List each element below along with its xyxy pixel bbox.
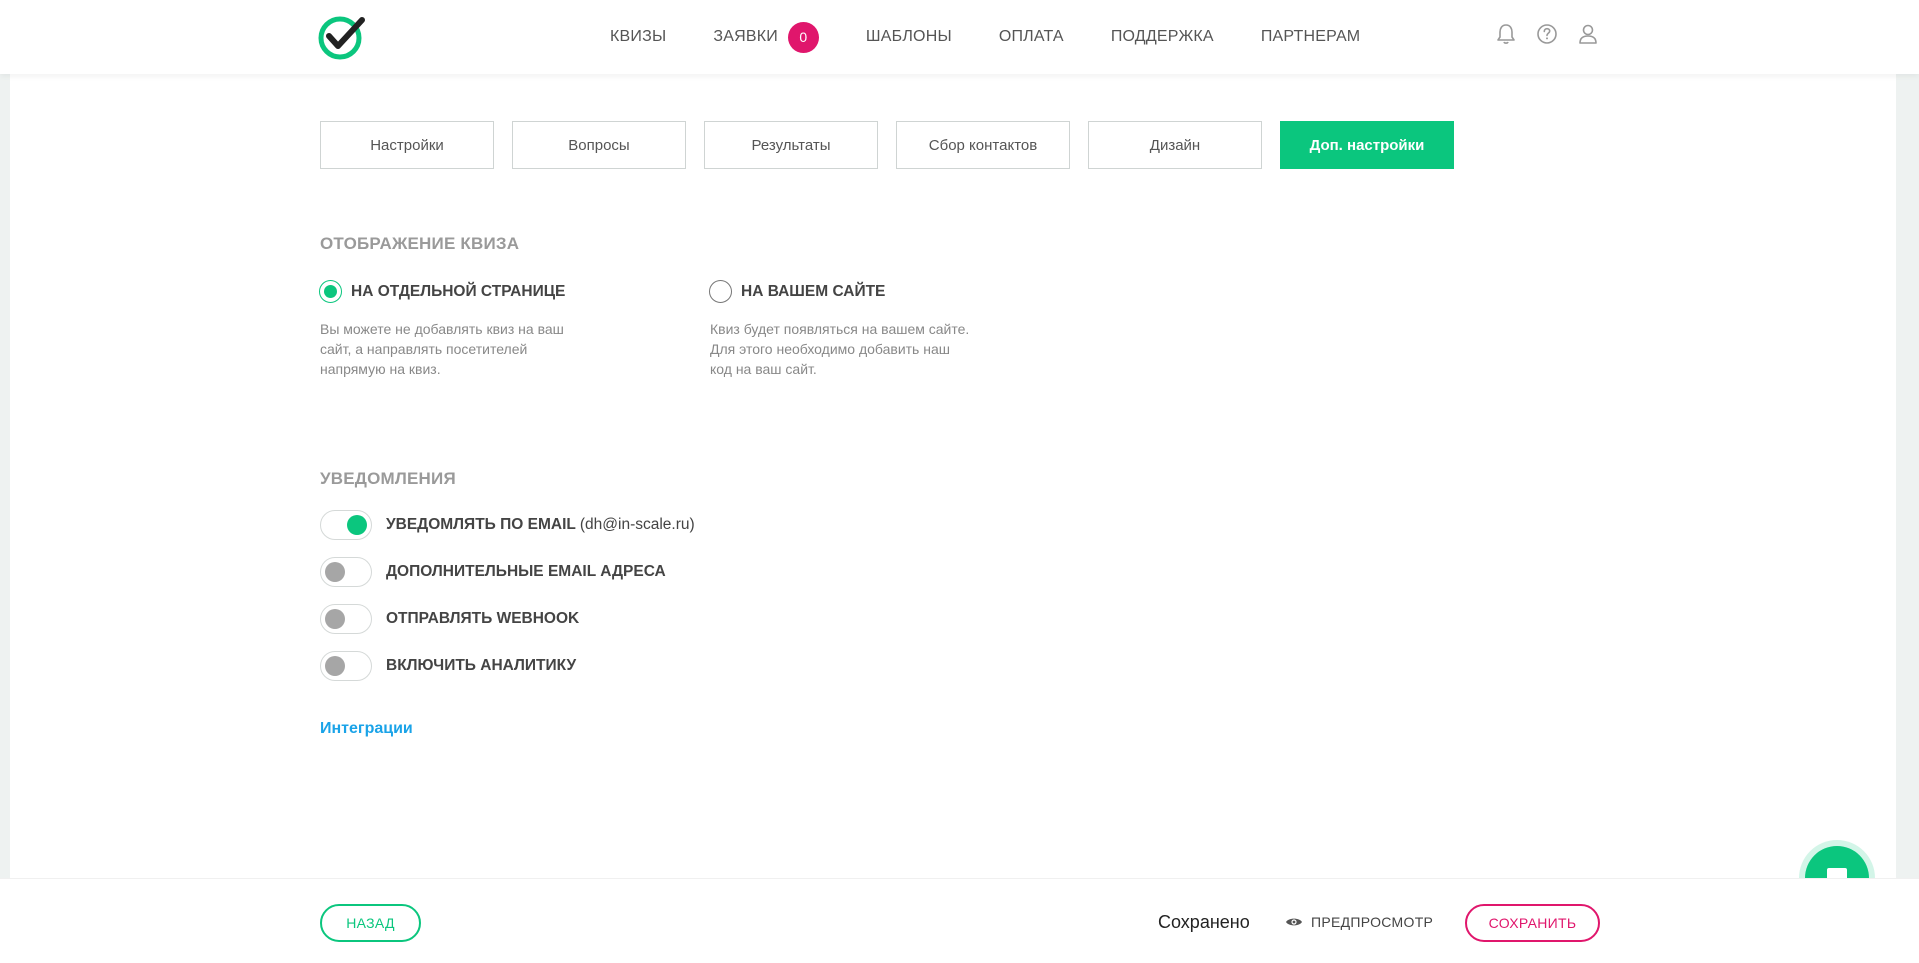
radio-description-your-site: Квиз будет появляться на вашем сайте. Дл… [710, 319, 980, 379]
toggle-label: ДОПОЛНИТЕЛЬНЫЕ EMAIL АДРЕСА [386, 563, 666, 580]
tab-extra-settings[interactable]: Доп. настройки [1280, 121, 1454, 169]
save-status-text: Сохранено [1158, 912, 1250, 932]
nav-item-label: ПАРТНЕРАМ [1260, 28, 1361, 45]
desc-line: напрямую на квиз. [320, 361, 441, 377]
nav-item-partners[interactable]: ПАРТНЕРАМ [1261, 28, 1361, 46]
nav-item-label: КВИЗЫ [610, 28, 667, 45]
bell-icon[interactable] [1495, 22, 1517, 46]
nav-icons [1495, 22, 1599, 46]
analytics-toggle[interactable] [320, 651, 372, 681]
toggle-label: ВКЛЮЧИТЬ АНАЛИТИКУ [386, 657, 577, 674]
back-button[interactable]: НАЗАД [320, 904, 421, 942]
radio-option-separate-page[interactable]: НА ОТДЕЛЬНОЙ СТРАНИЦЕ [319, 280, 565, 303]
content-panel [10, 74, 1896, 878]
desc-line: Для этого необходимо добавить наш [710, 341, 950, 357]
desc-line: Вы можете не добавлять квиз на ваш [320, 321, 564, 337]
nav-item-label: ПОДДЕРЖКА [1110, 28, 1214, 45]
toggle-label-text: УВЕДОМЛЯТЬ ПО EMAIL [386, 516, 576, 533]
tab-design[interactable]: Дизайн [1088, 121, 1262, 169]
nav-item-label: ЗАЯВКИ [713, 28, 778, 45]
save-button[interactable]: СОХРАНИТЬ [1465, 904, 1600, 942]
desc-line: Квиз будет появляться на вашем сайте. [710, 321, 970, 337]
nav-item-payment[interactable]: ОПЛАТА [999, 28, 1064, 46]
preview-label: ПРЕДПРОСМОТР [1311, 914, 1434, 930]
nav-item-label: ОПЛАТА [998, 28, 1064, 45]
notify-email-address: (dh@in-scale.ru) [579, 516, 695, 533]
webhook-toggle[interactable] [320, 604, 372, 634]
tab-results[interactable]: Результаты [704, 121, 878, 169]
toggle-label: УВЕДОМЛЯТЬ ПО EMAIL (dh@in-scale.ru) [386, 516, 695, 534]
top-navbar: КВИЗЫ ЗАЯВКИ 0 ШАБЛОНЫ ОПЛАТА ПОДДЕРЖКА … [0, 0, 1919, 74]
eye-icon [1286, 918, 1302, 926]
radio-option-your-site[interactable]: НА ВАШЕМ САЙТЕ [709, 280, 885, 303]
nav-item-templates[interactable]: ШАБЛОНЫ [866, 28, 952, 46]
radio-label: НА ОТДЕЛЬНОЙ СТРАНИЦЕ [351, 282, 566, 300]
toggle-row-webhook: ОТПРАВЛЯТЬ WEBHOOK [320, 604, 579, 634]
radio-your-site[interactable] [709, 280, 732, 303]
nav-item-label: ШАБЛОНЫ [865, 28, 952, 45]
toggle-row-email: УВЕДОМЛЯТЬ ПО EMAIL (dh@in-scale.ru) [320, 510, 695, 540]
radio-label: НА ВАШЕМ САЙТЕ [741, 282, 886, 300]
radio-description-separate-page: Вы можете не добавлять квиз на ваш сайт,… [320, 319, 590, 379]
extra-emails-toggle[interactable] [320, 557, 372, 587]
email-notify-toggle[interactable] [320, 510, 372, 540]
notifications-section-title: УВЕДОМЛЕНИЯ [320, 469, 456, 488]
tab-settings[interactable]: Настройки [320, 121, 494, 169]
integrations-link[interactable]: Интеграции [320, 720, 413, 738]
radio-separate-page[interactable] [319, 280, 342, 303]
desc-line: сайт, а направлять посетителей [320, 341, 528, 357]
desc-line: код на ваш сайт. [710, 361, 817, 377]
logo-check-icon[interactable] [318, 14, 366, 60]
bottom-action-bar: НАЗАД Сохранено ПРЕДПРОСМОТР СОХРАНИТЬ [0, 878, 1919, 963]
user-icon[interactable] [1577, 22, 1599, 46]
nav-item-requests[interactable]: ЗАЯВКИ 0 [713, 21, 819, 53]
requests-count-badge: 0 [787, 21, 819, 53]
nav-item-quizzes[interactable]: КВИЗЫ [610, 28, 666, 46]
display-section-title: ОТОБРАЖЕНИЕ КВИЗА [320, 234, 520, 253]
tab-contacts[interactable]: Сбор контактов [896, 121, 1070, 169]
toggle-row-analytics: ВКЛЮЧИТЬ АНАЛИТИКУ [320, 651, 576, 681]
nav-item-support[interactable]: ПОДДЕРЖКА [1111, 28, 1214, 46]
toggle-label: ОТПРАВЛЯТЬ WEBHOOK [386, 610, 580, 627]
preview-button[interactable]: ПРЕДПРОСМОТР [1285, 914, 1433, 930]
settings-tabs: Настройки Вопросы Результаты Сбор контак… [320, 121, 1454, 169]
help-icon[interactable] [1536, 22, 1558, 46]
toggle-row-extra-emails: ДОПОЛНИТЕЛЬНЫЕ EMAIL АДРЕСА [320, 557, 666, 587]
main-nav: КВИЗЫ ЗАЯВКИ 0 ШАБЛОНЫ ОПЛАТА ПОДДЕРЖКА … [610, 0, 1407, 74]
tab-questions[interactable]: Вопросы [512, 121, 686, 169]
